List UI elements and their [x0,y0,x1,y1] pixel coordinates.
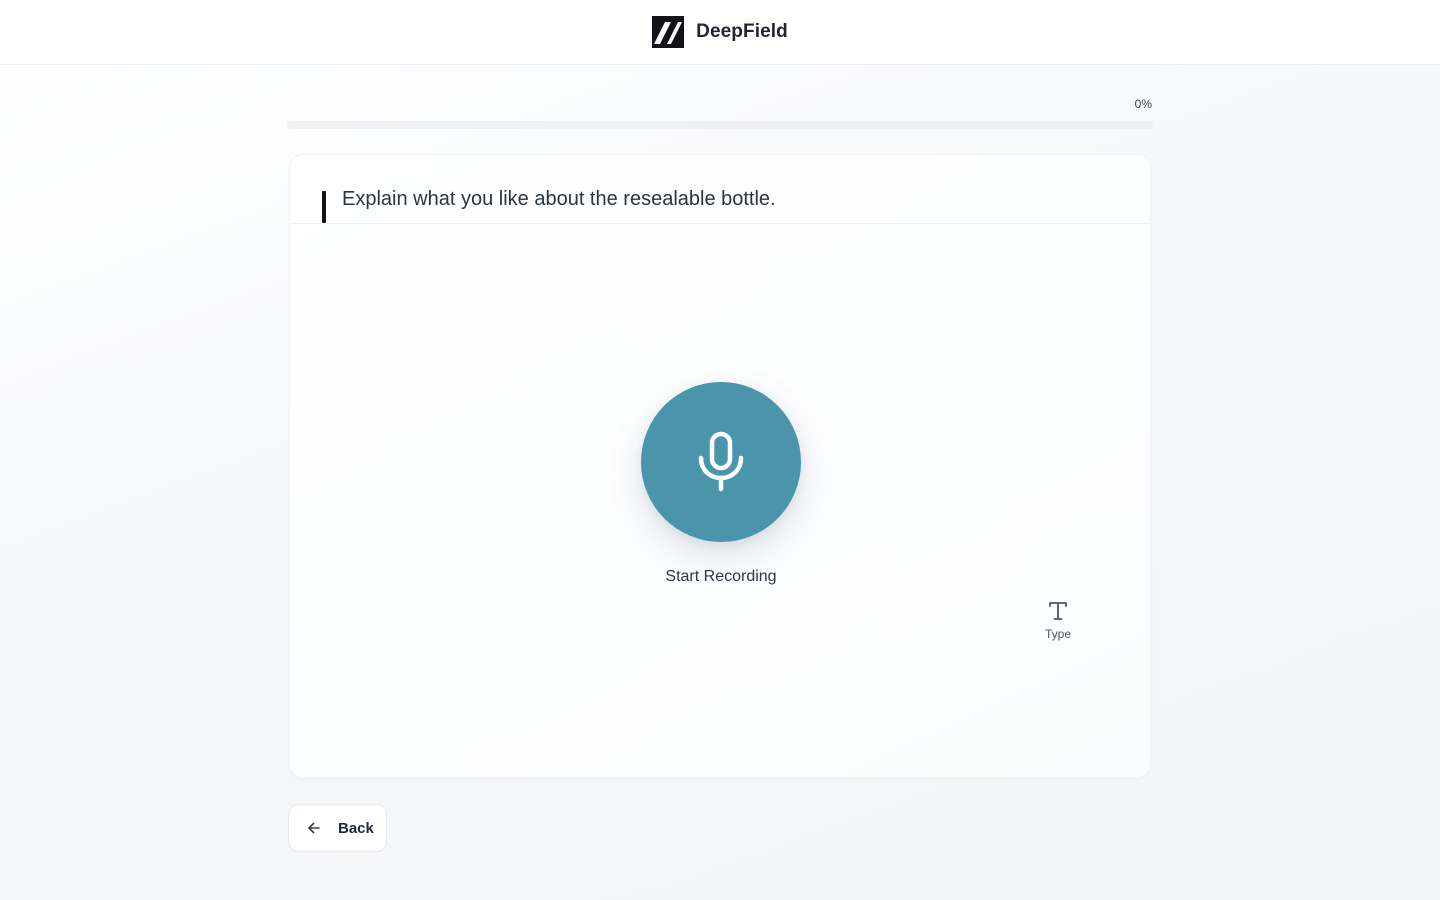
arrow-left-icon [308,822,320,834]
question-accent-bar [322,191,326,223]
back-button[interactable]: Back [288,804,387,852]
deepfield-logo-icon [652,16,685,48]
brand: DeepField [652,16,788,48]
start-recording-label: Start Recording [665,568,777,585]
back-label: Back [338,819,374,837]
question-card: Explain what you like about the resealab… [289,154,1151,778]
progress-bar [287,121,1153,129]
top-bar: DeepField [0,0,1440,65]
start-recording-button[interactable] [641,382,801,542]
type-answer-toggle[interactable]: Type [1028,600,1088,648]
brand-name: DeepField [696,21,788,42]
type-label: Type [1044,627,1071,641]
question-text: Explain what you like about the resealab… [342,188,776,210]
progress-percentage: 0% [1134,97,1152,111]
question-header: Explain what you like about the resealab… [290,155,1150,224]
microphone-icon [698,431,744,492]
text-type-icon [1049,602,1067,620]
